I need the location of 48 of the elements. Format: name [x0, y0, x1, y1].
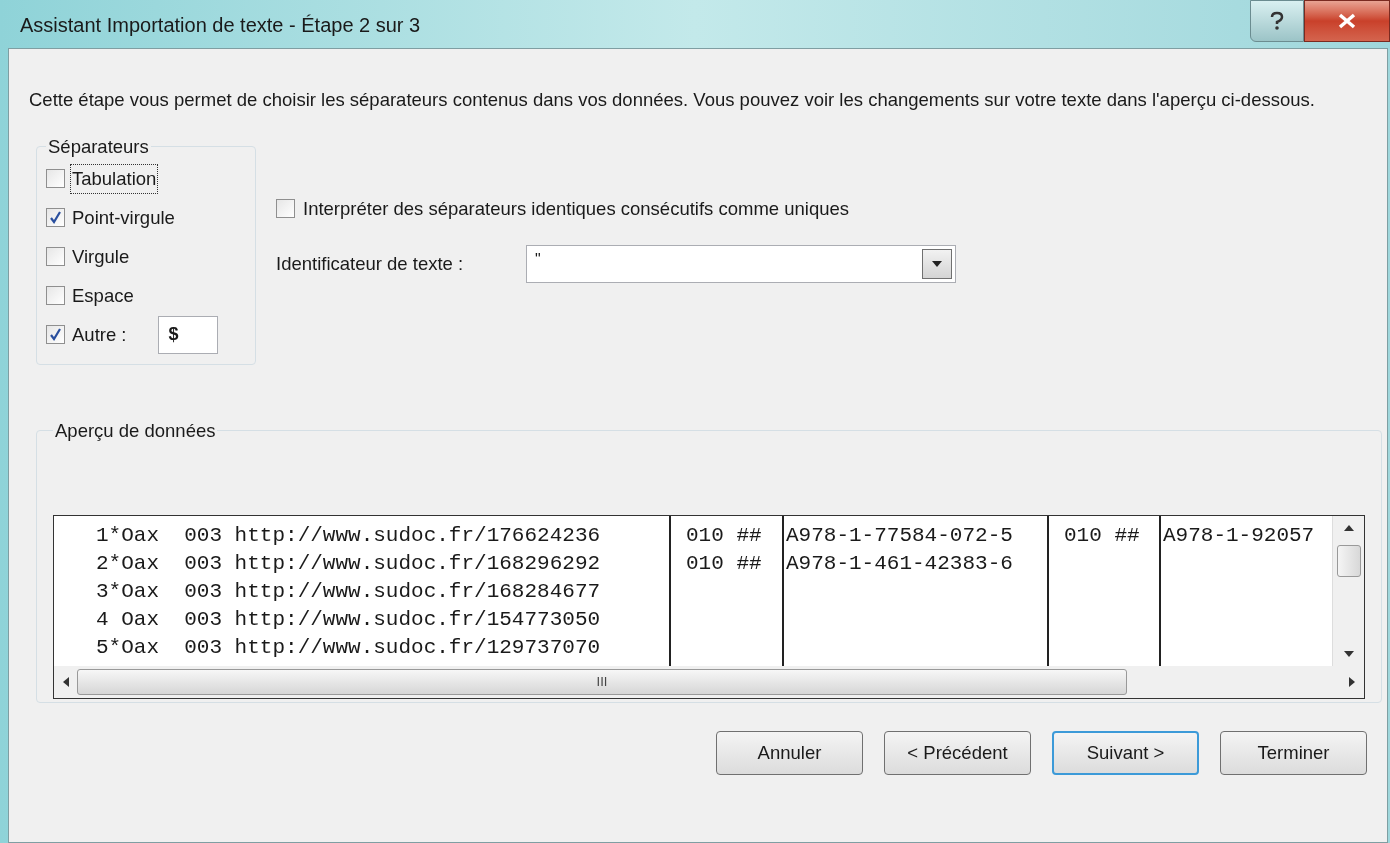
preview-cell-text: 010 ##: [1064, 522, 1141, 549]
preview-cell-text: 010 ##: [686, 550, 763, 577]
preview-cell-text: 4 Oax 003 http://www.sudoc.fr/154773050: [96, 606, 602, 633]
checkbox-label[interactable]: Virgule: [71, 242, 131, 271]
dialog-button[interactable]: Annuler: [716, 731, 863, 775]
checkbox-label[interactable]: Autre :: [71, 320, 128, 349]
checkbox[interactable]: [46, 169, 65, 189]
dialog-button[interactable]: < Précédent: [884, 731, 1031, 775]
scroll-up-icon: [1342, 523, 1355, 531]
checkbox-label[interactable]: Espace: [71, 281, 135, 310]
preview-cell-text: 2*Oax 003 http://www.sudoc.fr/168296292: [96, 550, 602, 577]
group-label: Aperçu de données: [54, 419, 217, 443]
checkbox[interactable]: [46, 247, 65, 267]
scroll-thumb[interactable]: [1336, 544, 1361, 577]
group-label: Séparateurs: [47, 135, 150, 159]
description-text: Cette étape vous permet de choisir les séparateurs contenus dans vos données. Vous pouvez voir les changements sur votre texte dans l'aperçu ci-dessous.: [29, 88, 1316, 112]
horizontal-scrollbar[interactable]: III: [54, 665, 1364, 698]
dialog-button[interactable]: Terminer: [1220, 731, 1367, 775]
caret-icon: [931, 259, 943, 268]
text-qualifier-dropdown[interactable]: ": [526, 244, 956, 283]
preview-cell-text: 1*Oax 003 http://www.sudoc.fr/176624236: [96, 522, 602, 549]
checkbox[interactable]: [276, 199, 295, 219]
preview-cell-text: A978-1-461-42383-6: [786, 550, 1014, 577]
checkbox-label[interactable]: Tabulation: [71, 164, 158, 193]
close-button[interactable]: [1304, 0, 1390, 42]
scroll-thumb[interactable]: III: [77, 668, 1127, 695]
preview-cell-text: 3*Oax 003 http://www.sudoc.fr/168284677: [96, 578, 602, 605]
scroll-down-icon: [1342, 650, 1355, 658]
scroll-right-icon: [1349, 675, 1356, 688]
help-button[interactable]: [1250, 0, 1304, 42]
dropdown-button[interactable]: [922, 248, 952, 279]
checkbox-label[interactable]: Point-virgule: [71, 203, 176, 232]
dialog-button[interactable]: Suivant >: [1052, 731, 1199, 775]
help-icon: [1269, 11, 1285, 31]
preview-cell-text: 010 ##: [686, 522, 763, 549]
vertical-scrollbar[interactable]: [1332, 515, 1364, 666]
field-label: Identificateur de texte :: [276, 251, 465, 276]
window-title: Assistant Importation de texte - Étape 2 sur 3: [20, 13, 421, 38]
preview-cell-text: A978-1-92057: [1163, 522, 1316, 549]
checkbox[interactable]: [46, 325, 65, 345]
checkbox[interactable]: [46, 286, 65, 306]
checkbox-label[interactable]: Interpréter des séparateurs identiques consécutifs comme uniques: [303, 195, 850, 223]
preview-cell-text: 5*Oax 003 http://www.sudoc.fr/129737070: [96, 634, 602, 661]
scroll-left-icon: [62, 675, 69, 688]
preview-cell-text: A978-1-77584-072-5: [786, 522, 1014, 549]
close-icon: [1337, 13, 1357, 29]
checkbox[interactable]: [46, 208, 65, 228]
other-separator-field[interactable]: $: [157, 315, 218, 354]
